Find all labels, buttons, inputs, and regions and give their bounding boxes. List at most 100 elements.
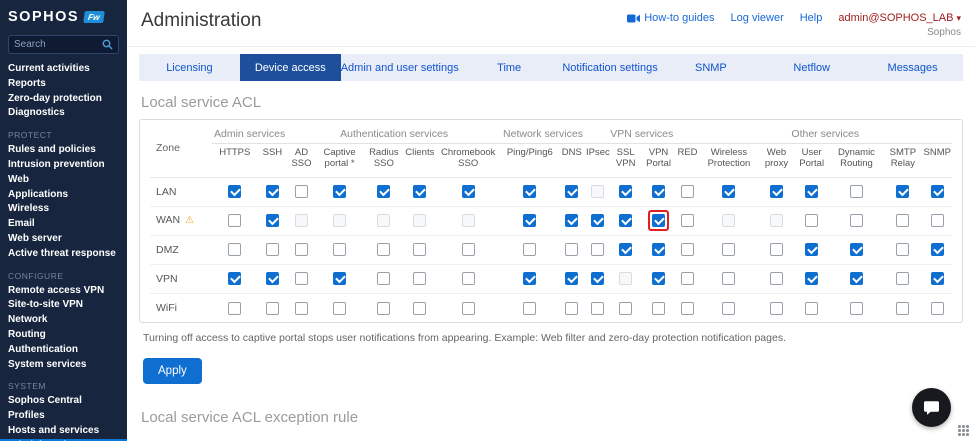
- help-chat-button[interactable]: [912, 388, 951, 427]
- checkbox-wifi-captive-portal[interactable]: [333, 302, 346, 315]
- account-menu[interactable]: admin@SOPHOS_LAB: [838, 12, 961, 24]
- checkbox-lan-user-portal[interactable]: [805, 185, 818, 198]
- checkbox-vpn-wireless-protection[interactable]: [722, 272, 735, 285]
- sidebar-item-wireless[interactable]: Wireless: [0, 202, 127, 217]
- tab-notification-settings[interactable]: Notification settings: [560, 54, 661, 81]
- search-icon[interactable]: [102, 39, 113, 50]
- sidebar-item-rules-and-policies[interactable]: Rules and policies: [0, 143, 127, 158]
- checkbox-dmz-vpn-portal[interactable]: [652, 243, 665, 256]
- sidebar-item-reports[interactable]: Reports: [0, 77, 127, 92]
- checkbox-dmz-snmp[interactable]: [931, 243, 944, 256]
- search-input[interactable]: [14, 39, 102, 50]
- checkbox-lan-dynamic-routing[interactable]: [850, 185, 863, 198]
- checkbox-dmz-wireless-protection[interactable]: [722, 243, 735, 256]
- checkbox-wifi-dynamic-routing[interactable]: [850, 302, 863, 315]
- checkbox-wan-ssl-vpn[interactable]: [619, 214, 632, 227]
- sidebar-item-sophos-central[interactable]: Sophos Central: [0, 394, 127, 409]
- sidebar-item-routing[interactable]: Routing: [0, 328, 127, 343]
- checkbox-wifi-https[interactable]: [228, 302, 241, 315]
- checkbox-lan-https[interactable]: [228, 185, 241, 198]
- checkbox-vpn-ssh[interactable]: [266, 272, 279, 285]
- checkbox-dmz-ad-sso[interactable]: [295, 243, 308, 256]
- checkbox-wan-ping-ping6[interactable]: [523, 214, 536, 227]
- checkbox-wifi-ping-ping6[interactable]: [523, 302, 536, 315]
- tab-licensing[interactable]: Licensing: [139, 54, 240, 81]
- checkbox-wan-dns[interactable]: [565, 214, 578, 227]
- checkbox-wifi-chromebook-sso[interactable]: [462, 302, 475, 315]
- checkbox-vpn-ping-ping6[interactable]: [523, 272, 536, 285]
- checkbox-vpn-radius-sso[interactable]: [377, 272, 390, 285]
- checkbox-wifi-ipsec[interactable]: [591, 302, 604, 315]
- sidebar-item-system-services[interactable]: System services: [0, 358, 127, 373]
- checkbox-wifi-vpn-portal[interactable]: [652, 302, 665, 315]
- checkbox-lan-dns[interactable]: [565, 185, 578, 198]
- checkbox-dmz-ssl-vpn[interactable]: [619, 243, 632, 256]
- checkbox-wifi-red[interactable]: [681, 302, 694, 315]
- checkbox-dmz-web-proxy[interactable]: [770, 243, 783, 256]
- sidebar-item-site-to-site-vpn[interactable]: Site-to-site VPN: [0, 298, 127, 313]
- checkbox-vpn-user-portal[interactable]: [805, 272, 818, 285]
- tab-messages[interactable]: Messages: [862, 54, 963, 81]
- checkbox-dmz-dns[interactable]: [565, 243, 578, 256]
- checkbox-vpn-https[interactable]: [228, 272, 241, 285]
- checkbox-lan-snmp[interactable]: [931, 185, 944, 198]
- sidebar-item-web[interactable]: Web: [0, 173, 127, 188]
- checkbox-lan-captive-portal[interactable]: [333, 185, 346, 198]
- checkbox-wifi-web-proxy[interactable]: [770, 302, 783, 315]
- checkbox-wan-ssh[interactable]: [266, 214, 279, 227]
- checkbox-lan-ad-sso[interactable]: [295, 185, 308, 198]
- checkbox-dmz-clients[interactable]: [413, 243, 426, 256]
- checkbox-dmz-red[interactable]: [681, 243, 694, 256]
- checkbox-vpn-ipsec[interactable]: [591, 272, 604, 285]
- checkbox-wifi-user-portal[interactable]: [805, 302, 818, 315]
- checkbox-lan-radius-sso[interactable]: [377, 185, 390, 198]
- sidebar-item-hosts-and-services[interactable]: Hosts and services: [0, 424, 127, 439]
- checkbox-wifi-clients[interactable]: [413, 302, 426, 315]
- sidebar-item-current-activities[interactable]: Current activities: [0, 62, 127, 77]
- checkbox-vpn-vpn-portal[interactable]: [652, 272, 665, 285]
- sidebar-item-applications[interactable]: Applications: [0, 188, 127, 203]
- how-to-guides-link[interactable]: How-to guides: [627, 12, 714, 24]
- checkbox-vpn-clients[interactable]: [413, 272, 426, 285]
- checkbox-wifi-snmp[interactable]: [931, 302, 944, 315]
- checkbox-wan-ipsec[interactable]: [591, 214, 604, 227]
- checkbox-dmz-captive-portal[interactable]: [333, 243, 346, 256]
- checkbox-wifi-wireless-protection[interactable]: [722, 302, 735, 315]
- tab-time[interactable]: Time: [459, 54, 560, 81]
- sidebar-item-diagnostics[interactable]: Diagnostics: [0, 106, 127, 121]
- checkbox-vpn-chromebook-sso[interactable]: [462, 272, 475, 285]
- checkbox-wan-https[interactable]: [228, 214, 241, 227]
- checkbox-vpn-captive-portal[interactable]: [333, 272, 346, 285]
- checkbox-lan-chromebook-sso[interactable]: [462, 185, 475, 198]
- checkbox-lan-ping-ping6[interactable]: [523, 185, 536, 198]
- checkbox-vpn-snmp[interactable]: [931, 272, 944, 285]
- sidebar-search[interactable]: [8, 35, 119, 54]
- checkbox-wan-red[interactable]: [681, 214, 694, 227]
- checkbox-lan-clients[interactable]: [413, 185, 426, 198]
- checkbox-vpn-smtp-relay[interactable]: [896, 272, 909, 285]
- checkbox-vpn-dynamic-routing[interactable]: [850, 272, 863, 285]
- checkbox-lan-wireless-protection[interactable]: [722, 185, 735, 198]
- checkbox-lan-ssl-vpn[interactable]: [619, 185, 632, 198]
- sidebar-item-active-threat-response[interactable]: Active threat response: [0, 247, 127, 262]
- checkbox-dmz-radius-sso[interactable]: [377, 243, 390, 256]
- tab-admin-and-user-settings[interactable]: Admin and user settings: [341, 54, 459, 81]
- tab-netflow[interactable]: Netflow: [761, 54, 862, 81]
- checkbox-wifi-ssh[interactable]: [266, 302, 279, 315]
- checkbox-lan-web-proxy[interactable]: [770, 185, 783, 198]
- checkbox-dmz-smtp-relay[interactable]: [896, 243, 909, 256]
- sidebar-item-remote-access-vpn[interactable]: Remote access VPN: [0, 284, 127, 299]
- checkbox-wan-smtp-relay[interactable]: [896, 214, 909, 227]
- grip-dots-icon[interactable]: [958, 425, 970, 437]
- checkbox-wan-user-portal[interactable]: [805, 214, 818, 227]
- checkbox-vpn-dns[interactable]: [565, 272, 578, 285]
- sidebar-item-authentication[interactable]: Authentication: [0, 343, 127, 358]
- checkbox-lan-smtp-relay[interactable]: [896, 185, 909, 198]
- checkbox-dmz-ssh[interactable]: [266, 243, 279, 256]
- log-viewer-link[interactable]: Log viewer: [731, 12, 784, 24]
- help-link[interactable]: Help: [800, 12, 823, 24]
- checkbox-lan-red[interactable]: [681, 185, 694, 198]
- checkbox-dmz-ping-ping6[interactable]: [523, 243, 536, 256]
- checkbox-dmz-chromebook-sso[interactable]: [462, 243, 475, 256]
- sidebar-item-web-server[interactable]: Web server: [0, 232, 127, 247]
